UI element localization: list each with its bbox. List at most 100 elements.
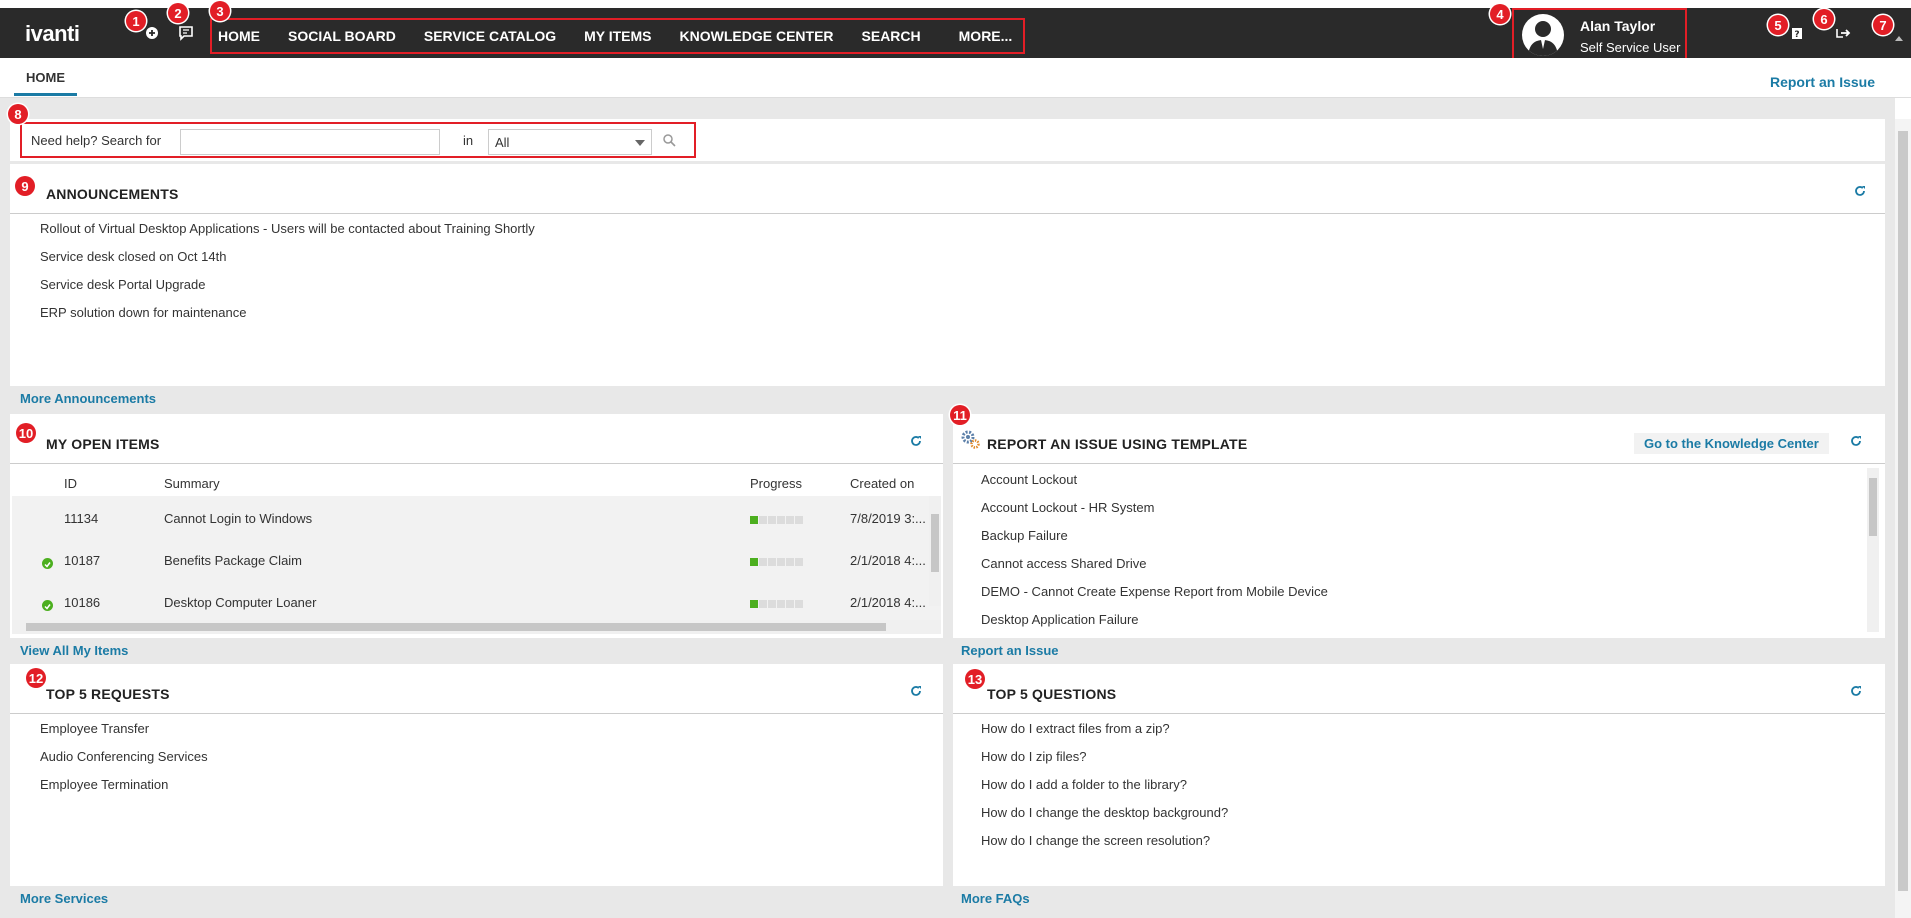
nav-home[interactable]: HOME	[212, 28, 274, 44]
report-template-footer: Report an Issue	[953, 638, 1885, 662]
view-all-items-link[interactable]: View All My Items	[20, 643, 128, 658]
user-profile[interactable]: Alan Taylor Self Service User	[1512, 8, 1687, 62]
question-item[interactable]: How do I add a folder to the library?	[981, 777, 1187, 792]
report-template-panel: REPORT AN ISSUE USING TEMPLATE Go to the…	[953, 414, 1885, 662]
item-id: 10187	[64, 553, 101, 568]
progress-bar	[750, 600, 803, 608]
report-issue-link[interactable]: Report an Issue	[1770, 74, 1875, 90]
check-icon	[42, 558, 53, 569]
request-item[interactable]: Audio Conferencing Services	[40, 749, 208, 764]
progress-bar	[750, 516, 803, 524]
template-item[interactable]: Cannot access Shared Drive	[981, 556, 1146, 571]
more-faqs-link[interactable]: More FAQs	[961, 891, 1030, 906]
item-summary: Benefits Package Claim	[164, 553, 303, 568]
announcement-item[interactable]: ERP solution down for maintenance	[40, 305, 246, 320]
main-nav: HOME SOCIAL BOARD SERVICE CATALOG MY ITE…	[210, 18, 1025, 54]
avatar	[1522, 14, 1564, 56]
nav-my-items[interactable]: MY ITEMS	[570, 28, 665, 44]
report-issue-footer-link[interactable]: Report an Issue	[961, 643, 1059, 658]
collapse-arrow-icon[interactable]	[1893, 30, 1905, 48]
refresh-icon[interactable]	[909, 434, 923, 448]
item-created: 2/1/2018 4:...	[850, 595, 926, 610]
chat-icon[interactable]	[177, 24, 195, 42]
announcements-title: ANNOUNCEMENTS	[46, 186, 179, 202]
search-icon[interactable]	[662, 133, 676, 147]
horizontal-scrollbar[interactable]	[12, 620, 941, 634]
callout-badge-7: 7	[1873, 15, 1893, 35]
open-items-panel: MY OPEN ITEMS ID Summary Progress Create…	[10, 414, 943, 662]
tab-home[interactable]: HOME	[14, 70, 77, 96]
top-questions-panel: TOP 5 QUESTIONS How do I extract files f…	[953, 664, 1885, 910]
knowledge-center-button[interactable]: Go to the Knowledge Center	[1634, 433, 1829, 454]
nav-more[interactable]: MORE...	[935, 28, 1027, 44]
callout-badge-11: 11	[950, 405, 970, 425]
logout-icon[interactable]	[1834, 24, 1852, 42]
nav-search[interactable]: SEARCH	[848, 28, 935, 44]
callout-badge-1: 1	[126, 11, 146, 31]
column-header-summary[interactable]: Summary	[164, 476, 220, 491]
announcement-item[interactable]: Rollout of Virtual Desktop Applications …	[40, 221, 535, 236]
search-input[interactable]	[180, 129, 440, 155]
nav-knowledge-center[interactable]: KNOWLEDGE CENTER	[666, 28, 848, 44]
question-item[interactable]: How do I extract files from a zip?	[981, 721, 1170, 736]
top-requests-footer: More Services	[10, 886, 943, 910]
report-template-title: REPORT AN ISSUE USING TEMPLATE	[987, 436, 1248, 452]
search-bar: Need help? Search for in All	[10, 119, 1885, 161]
announcement-item[interactable]: Service desk closed on Oct 14th	[40, 249, 226, 264]
page-scrollbar[interactable]	[1895, 119, 1911, 918]
item-id: 10186	[64, 595, 101, 610]
open-items-footer: View All My Items	[10, 638, 943, 662]
template-item[interactable]: Backup Failure	[981, 528, 1068, 543]
request-item[interactable]: Employee Termination	[40, 777, 168, 792]
gears-icon	[959, 428, 981, 450]
question-item[interactable]: How do I change the desktop background?	[981, 805, 1228, 820]
template-item[interactable]: Account Lockout - HR System	[981, 500, 1154, 515]
announcements-panel: ANNOUNCEMENTS Rollout of Virtual Desktop…	[10, 164, 1885, 410]
item-id: 11134	[64, 511, 99, 526]
user-name: Alan Taylor	[1580, 18, 1656, 34]
refresh-icon[interactable]	[909, 684, 923, 698]
tab-bar: HOME Report an Issue	[0, 58, 1911, 98]
request-item[interactable]: Employee Transfer	[40, 721, 149, 736]
item-summary: Desktop Computer Loaner	[164, 595, 317, 610]
template-item[interactable]: DEMO - Cannot Create Expense Report from…	[981, 584, 1328, 599]
template-item[interactable]: Desktop Application Failure	[981, 612, 1139, 627]
question-item[interactable]: How do I change the screen resolution?	[981, 833, 1210, 848]
chevron-down-icon	[635, 140, 645, 146]
refresh-icon[interactable]	[1849, 434, 1863, 448]
search-panel: Need help? Search for in All	[20, 122, 696, 158]
refresh-icon[interactable]	[1853, 184, 1867, 198]
column-header-created[interactable]: Created on	[850, 476, 914, 491]
callout-badge-4: 4	[1490, 4, 1510, 24]
question-item[interactable]: How do I zip files?	[981, 749, 1087, 764]
announcement-item[interactable]: Service desk Portal Upgrade	[40, 277, 205, 292]
svg-text:?: ?	[1794, 30, 1799, 40]
more-announcements-link[interactable]: More Announcements	[20, 391, 156, 406]
ivanti-logo[interactable]: ivanti	[25, 21, 80, 47]
top-questions-title: TOP 5 QUESTIONS	[987, 686, 1117, 702]
callout-badge-2: 2	[168, 3, 188, 23]
refresh-icon[interactable]	[1849, 684, 1863, 698]
announcements-footer: More Announcements	[10, 386, 1885, 410]
top-questions-footer: More FAQs	[953, 886, 1885, 910]
callout-badge-3: 3	[210, 1, 230, 21]
template-item[interactable]: Account Lockout	[981, 472, 1077, 487]
search-scope-select[interactable]: All	[488, 129, 652, 155]
open-items-table: 11134 Cannot Login to Windows 7/8/2019 3…	[12, 496, 941, 620]
callout-badge-9: 9	[15, 176, 35, 196]
item-created: 2/1/2018 4:...	[850, 553, 926, 568]
open-items-title: MY OPEN ITEMS	[46, 436, 160, 452]
add-new-icon[interactable]	[143, 24, 161, 42]
help-icon[interactable]: ?	[1788, 24, 1806, 42]
vertical-scrollbar[interactable]	[929, 496, 941, 606]
top-requests-title: TOP 5 REQUESTS	[46, 686, 170, 702]
vertical-scrollbar[interactable]	[1867, 468, 1879, 632]
more-services-link[interactable]: More Services	[20, 891, 108, 906]
column-header-id[interactable]: ID	[64, 476, 77, 491]
callout-badge-10: 10	[16, 423, 36, 443]
item-summary: Cannot Login to Windows	[164, 511, 313, 526]
nav-social-board[interactable]: SOCIAL BOARD	[274, 28, 410, 44]
nav-service-catalog[interactable]: SERVICE CATALOG	[410, 28, 570, 44]
column-header-progress[interactable]: Progress	[750, 476, 802, 491]
item-created: 7/8/2019 3:...	[850, 511, 926, 526]
